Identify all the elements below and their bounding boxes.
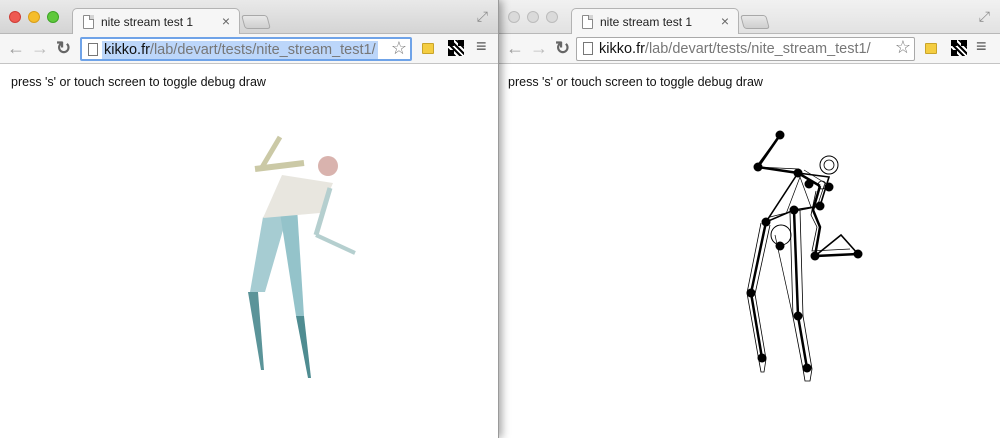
- toolbar: ← → ↻ kikko.fr/lab/devart/tests/nite_str…: [499, 34, 1000, 64]
- page-icon: [88, 43, 98, 56]
- skeleton-debug-draw: [746, 134, 859, 382]
- reload-icon[interactable]: ↻: [555, 37, 570, 59]
- page-icon: [583, 42, 593, 55]
- star-icon[interactable]: ☆: [391, 38, 407, 59]
- thigh-right: [280, 207, 304, 316]
- hamburger-menu-icon[interactable]: ≡: [976, 36, 987, 57]
- forward-arrow-icon[interactable]: →: [530, 37, 548, 59]
- joint-knee-left: [746, 288, 756, 298]
- head-circle: [819, 155, 839, 175]
- back-arrow-icon[interactable]: ←: [506, 37, 524, 59]
- url-text[interactable]: kikko.fr/lab/devart/tests/nite_stream_te…: [597, 40, 873, 58]
- page-content[interactable]: press 's' or touch screen to toggle debu…: [499, 65, 1000, 438]
- joint-hip-right: [775, 241, 785, 251]
- browser-window-inactive: nite stream test 1 × ⤢ ← → ↻ kikko.fr/la…: [499, 0, 1000, 438]
- qr-code-extension-icon[interactable]: [448, 40, 464, 56]
- joint-hip-left: [761, 217, 771, 227]
- url-text[interactable]: kikko.fr/lab/devart/tests/nite_stream_te…: [102, 41, 378, 59]
- url-path: /lab/devart/tests/nite_stream_test1/: [149, 42, 376, 58]
- folder-extension-icon[interactable]: [422, 43, 434, 54]
- url-path: /lab/devart/tests/nite_stream_test1/: [644, 41, 871, 57]
- joint-shoulder-lower: [824, 182, 834, 192]
- zoom-window-button[interactable]: [47, 11, 59, 23]
- stick-figure-colored: [248, 135, 356, 378]
- address-bar[interactable]: kikko.fr/lab/devart/tests/nite_stream_te…: [80, 37, 412, 61]
- url-host: kikko.fr: [599, 41, 645, 57]
- shin-left: [248, 292, 264, 370]
- zoom-window-button[interactable]: [546, 11, 558, 23]
- fullscreen-icon[interactable]: ⤢: [477, 8, 488, 25]
- minimize-window-button[interactable]: [28, 11, 40, 23]
- hand-triangle: [814, 233, 859, 257]
- page-icon: [582, 15, 593, 29]
- forward-arrow-icon[interactable]: →: [31, 37, 49, 59]
- reload-icon[interactable]: ↻: [56, 37, 71, 59]
- joint-shoulder-upper: [793, 168, 803, 178]
- joint-foot-right: [802, 363, 812, 373]
- tab-title: nite stream test 1: [101, 15, 194, 29]
- colored-figure-canvas[interactable]: [0, 65, 497, 438]
- joint-fingertip: [853, 249, 863, 259]
- close-window-button[interactable]: [508, 11, 520, 23]
- joint-neck: [804, 179, 814, 189]
- close-window-button[interactable]: [9, 11, 21, 23]
- shin-right: [296, 316, 311, 378]
- browser-window-active: nite stream test 1 × ⤢ ← → ↻ kikko.fr/la…: [0, 0, 499, 438]
- head-inner-circle: [823, 159, 835, 171]
- close-tab-icon[interactable]: ×: [222, 13, 230, 29]
- arm-upper-bones: [755, 134, 821, 188]
- back-arrow-icon[interactable]: ←: [7, 37, 25, 59]
- tab-title: nite stream test 1: [600, 15, 693, 29]
- torso-bones: [763, 172, 831, 224]
- minimize-window-button[interactable]: [527, 11, 539, 23]
- fullscreen-icon[interactable]: ⤢: [979, 8, 990, 25]
- new-tab-button[interactable]: [241, 15, 271, 29]
- leg-left-outline: [746, 222, 771, 373]
- title-bar: nite stream test 1 × ⤢: [499, 0, 1000, 35]
- new-tab-button[interactable]: [740, 15, 770, 29]
- hamburger-menu-icon[interactable]: ≡: [476, 36, 487, 57]
- joint-knee-right: [793, 311, 803, 321]
- arm-upper-outline: [755, 136, 800, 170]
- forearm-lower: [315, 233, 356, 255]
- toolbar: ← → ↻ kikko.fr/lab/devart/tests/nite_str…: [0, 34, 498, 64]
- joint-hand-upper: [775, 130, 785, 140]
- joint-hand-lower: [810, 251, 820, 261]
- tab-nite-stream[interactable]: nite stream test 1 ×: [571, 8, 739, 35]
- joint-torso: [789, 205, 799, 215]
- debug-skeleton-canvas[interactable]: [499, 65, 1000, 438]
- url-host: kikko.fr: [104, 42, 150, 58]
- tab-nite-stream[interactable]: nite stream test 1 ×: [72, 8, 240, 35]
- qr-code-extension-icon[interactable]: [951, 40, 967, 56]
- joint-foot-left: [757, 353, 767, 363]
- address-bar[interactable]: kikko.fr/lab/devart/tests/nite_stream_te…: [576, 37, 915, 61]
- head: [318, 156, 338, 176]
- folder-extension-icon[interactable]: [925, 43, 937, 54]
- joint-elbow-lower: [815, 201, 825, 211]
- joint-elbow-upper: [753, 162, 763, 172]
- close-tab-icon[interactable]: ×: [721, 13, 729, 29]
- star-icon[interactable]: ☆: [895, 37, 911, 58]
- page-content[interactable]: press 's' or touch screen to toggle debu…: [0, 65, 498, 438]
- leg-right-outline: [789, 209, 813, 382]
- page-icon: [83, 15, 94, 29]
- title-bar: nite stream test 1 × ⤢: [0, 0, 498, 35]
